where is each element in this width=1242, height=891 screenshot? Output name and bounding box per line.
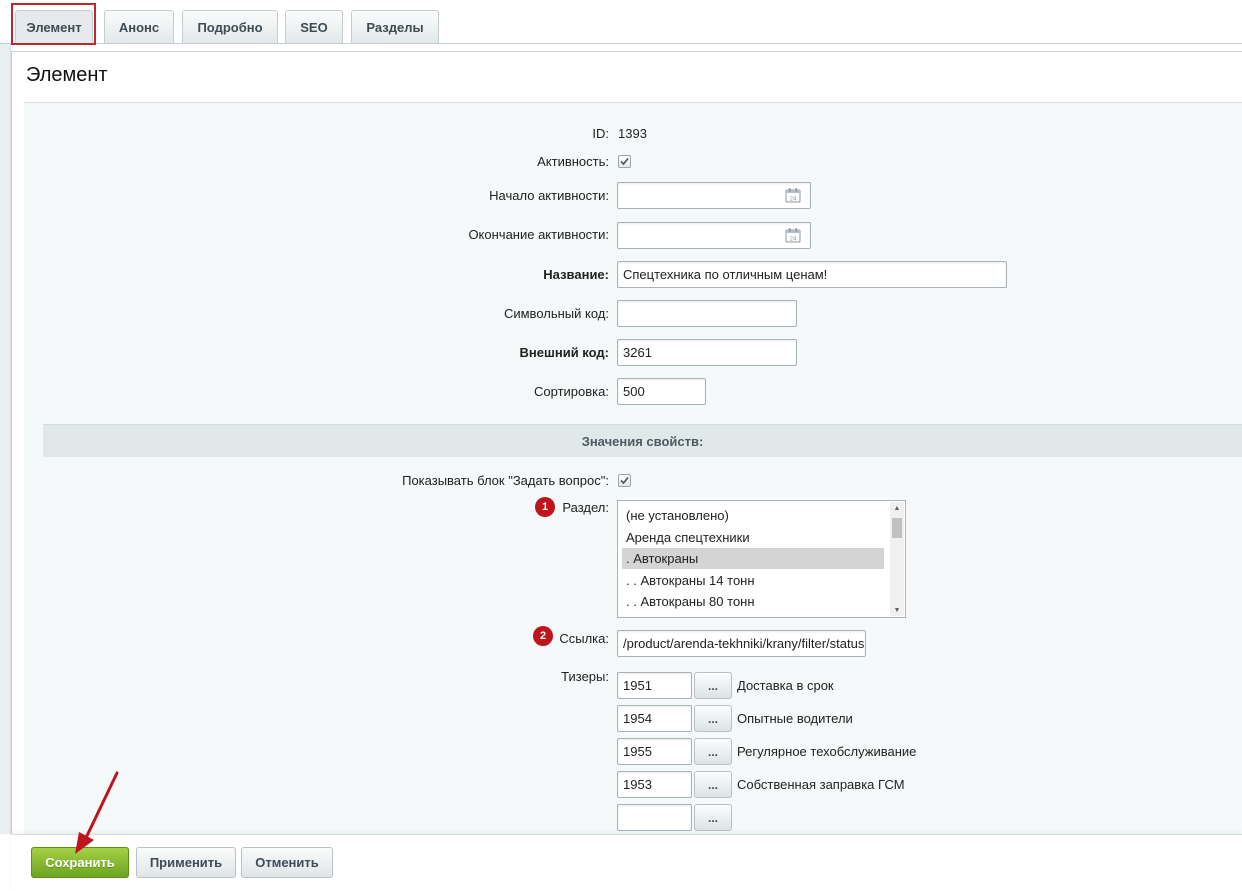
show-question-label: Показывать блок "Задать вопрос":	[402, 473, 609, 488]
teaser-id-input[interactable]: 1954	[617, 705, 692, 732]
check-icon	[620, 476, 629, 485]
active-label: Активность:	[537, 154, 609, 169]
name-input[interactable]: Спецтехника по отличным ценам!	[617, 261, 1007, 288]
xml-id-label: Внешний код:	[519, 345, 609, 360]
teaser-name: Регулярное техобслуживание	[737, 744, 917, 759]
svg-text:24: 24	[790, 197, 797, 203]
section-option[interactable]: . . Автокраны 14 тонн	[622, 570, 884, 591]
teaser-browse-button[interactable]: ...	[694, 672, 732, 699]
teaser-name: Доставка в срок	[737, 678, 834, 693]
link-input[interactable]: /product/arenda-tekhniki/krany/filter/st…	[617, 630, 866, 657]
calendar-icon[interactable]: 24	[785, 227, 801, 243]
active-to-input[interactable]	[617, 222, 811, 249]
section-option[interactable]: Аренда спецтехники	[622, 527, 884, 548]
annotation-badge-2: 2	[533, 626, 553, 646]
left-gutter	[0, 44, 11, 834]
section-listbox[interactable]: (не установлено) Аренда спецтехники . Ав…	[617, 500, 906, 618]
properties-header: Значения свойств:	[43, 424, 1242, 457]
tab-announce[interactable]: Анонс	[104, 10, 174, 43]
teaser-name: Собственная заправка ГСМ	[737, 777, 905, 792]
scroll-down-icon[interactable]: ▼	[890, 604, 904, 616]
section-label: Раздел:	[562, 500, 609, 515]
teaser-id-input[interactable]: 1953	[617, 771, 692, 798]
code-label: Символьный код:	[503, 306, 609, 321]
link-label: Ссылка:	[559, 631, 609, 646]
id-label: ID:	[592, 126, 609, 141]
annotation-arrow-icon	[75, 771, 119, 854]
annotation-badge-1: 1	[535, 497, 555, 517]
tab-details[interactable]: Подробно	[182, 10, 278, 43]
id-value: 1393	[618, 126, 647, 141]
teaser-name: Опытные водители	[737, 711, 853, 726]
calendar-icon[interactable]: 24	[785, 187, 801, 203]
sort-label: Сортировка:	[534, 384, 609, 399]
scrollbar-thumb[interactable]	[892, 518, 902, 538]
section-option[interactable]: (не установлено)	[622, 505, 884, 526]
show-question-checkbox[interactable]	[618, 474, 631, 487]
teaser-browse-button[interactable]: ...	[694, 705, 732, 732]
section-option-selected[interactable]: . Автокраны	[622, 548, 884, 569]
panel-title: Элемент	[26, 64, 108, 86]
teaser-id-input[interactable]: 1955	[617, 738, 692, 765]
teaser-browse-button[interactable]: ...	[694, 738, 732, 765]
tab-bar-divider	[0, 43, 1242, 44]
teaser-browse-button[interactable]: ...	[694, 771, 732, 798]
svg-text:24: 24	[790, 237, 797, 243]
cancel-button[interactable]: Отменить	[241, 847, 333, 878]
teaser-id-input[interactable]	[617, 804, 692, 831]
tab-seo[interactable]: SEO	[285, 10, 343, 43]
teasers-label: Тизеры:	[561, 669, 609, 684]
teaser-id-input[interactable]: 1951	[617, 672, 692, 699]
tab-sections[interactable]: Разделы	[351, 10, 439, 43]
active-to-label: Окончание активности:	[468, 227, 609, 242]
active-checkbox[interactable]	[618, 155, 631, 168]
listbox-scrollbar[interactable]: ▲ ▼	[890, 502, 904, 616]
teaser-browse-button[interactable]: ...	[694, 804, 732, 831]
code-input[interactable]	[617, 300, 797, 327]
xml-id-input[interactable]: 3261	[617, 339, 797, 366]
active-from-label: Начало активности:	[489, 188, 609, 203]
section-option[interactable]: . . Автокраны 80 тонн	[622, 591, 884, 612]
check-icon	[620, 157, 629, 166]
active-from-input[interactable]	[617, 182, 811, 209]
scroll-up-icon[interactable]: ▲	[890, 502, 904, 514]
name-label: Название:	[543, 267, 609, 282]
apply-button[interactable]: Применить	[136, 847, 236, 878]
active-tab-highlight	[11, 3, 96, 45]
sort-input[interactable]: 500	[617, 378, 706, 405]
tab-bar: Элемент Анонс Подробно SEO Разделы	[0, 0, 1242, 44]
